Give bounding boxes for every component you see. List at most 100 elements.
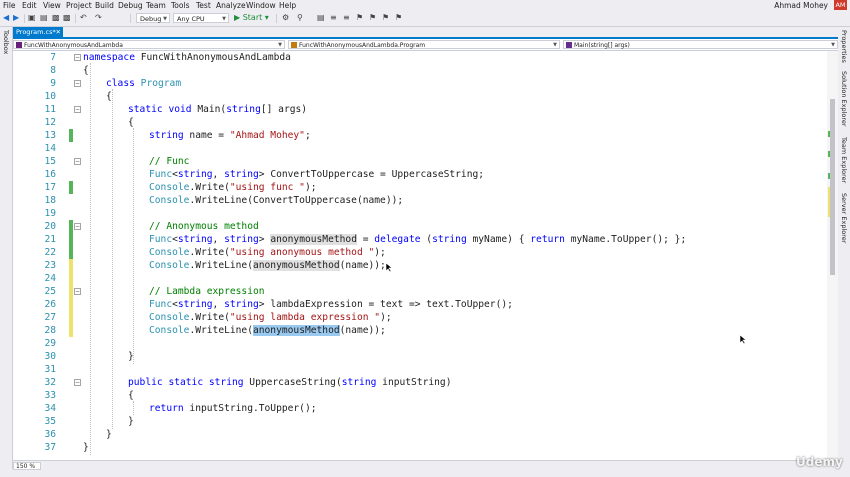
change-marker bbox=[69, 272, 73, 285]
right-sidebar: Properties Solution Explorer Team Explor… bbox=[838, 27, 850, 469]
change-marker bbox=[69, 129, 73, 142]
line-number: 18 bbox=[44, 195, 56, 206]
line-number: 28 bbox=[44, 325, 56, 336]
code-line: 17 Console.Write("using func "); bbox=[13, 181, 827, 194]
code-text: } bbox=[83, 442, 89, 453]
zoom-dropdown[interactable]: 150 % bbox=[13, 462, 41, 470]
code-editor[interactable]: − − − − − − − 7 namespace FuncWithAnonymo… bbox=[13, 51, 827, 460]
reference-highlight: anonymousMethod bbox=[252, 260, 340, 271]
code-line: 24 bbox=[13, 272, 827, 285]
code-line: 15 // Func bbox=[13, 155, 827, 168]
menu-window[interactable]: Window bbox=[246, 1, 276, 10]
code-text: Console.WriteLine(anonymousMethod(name))… bbox=[149, 260, 386, 271]
code-line: 27 Console.Write("using lambda expression… bbox=[13, 311, 827, 324]
code-text: Func<string, string> anonymousMethod = d… bbox=[149, 234, 687, 245]
undo-icon[interactable]: ↶ bbox=[80, 12, 87, 24]
line-number: 8 bbox=[50, 65, 56, 76]
line-number: 22 bbox=[44, 247, 56, 258]
line-number: 9 bbox=[50, 78, 56, 89]
toolbar: ◀ ▶ ▣ ▤ ▩ ▩ ↶ ↷ Debug ▼ Any CPU ▼ ▶ Star… bbox=[0, 11, 850, 27]
toolbox-tab[interactable]: Toolbox bbox=[2, 30, 10, 54]
start-button[interactable]: ▶ Start ▾ bbox=[234, 12, 269, 24]
menu-team[interactable]: Team bbox=[146, 1, 166, 10]
chevron-down-icon: ▼ bbox=[831, 42, 835, 48]
code-line: 29 bbox=[13, 337, 827, 350]
toolbar-separator bbox=[276, 14, 277, 23]
line-number: 37 bbox=[44, 442, 56, 453]
properties-tab[interactable]: Properties bbox=[840, 30, 848, 63]
avatar[interactable]: AM bbox=[834, 0, 847, 10]
configuration-value: Debug bbox=[140, 15, 162, 23]
change-marker bbox=[69, 246, 73, 259]
code-text: public static string UppercaseString(str… bbox=[128, 377, 452, 388]
line-number: 35 bbox=[44, 416, 56, 427]
close-icon[interactable]: ✕ bbox=[56, 27, 61, 37]
change-marker bbox=[69, 233, 73, 246]
server-explorer-tab[interactable]: Server Explorer bbox=[840, 193, 848, 243]
menu-build[interactable]: Build bbox=[95, 1, 114, 10]
chevron-down-icon: ▼ bbox=[278, 42, 282, 48]
code-text: } bbox=[128, 351, 134, 362]
solution-explorer-tab[interactable]: Solution Explorer bbox=[840, 71, 848, 127]
vertical-scrollbar[interactable] bbox=[827, 51, 838, 460]
member-dropdown[interactable]: Main(string[] args) ▼ bbox=[563, 40, 838, 49]
menu-file[interactable]: File bbox=[3, 1, 16, 10]
code-text: namespace FuncWithAnonymousAndLambda bbox=[83, 52, 291, 63]
nav-icon[interactable]: ▤ bbox=[317, 12, 325, 24]
back-icon[interactable]: ◀ bbox=[3, 12, 9, 24]
change-marker bbox=[69, 181, 73, 194]
menu-bar: File Edit View Project Build Debug Team … bbox=[0, 0, 850, 11]
change-marker bbox=[69, 259, 73, 272]
menu-tools[interactable]: Tools bbox=[171, 1, 189, 10]
open-file-icon[interactable]: ▤ bbox=[40, 12, 48, 24]
class-icon bbox=[291, 42, 297, 48]
new-project-icon[interactable]: ▣ bbox=[28, 12, 36, 24]
comment-icon[interactable]: ≡ bbox=[330, 12, 337, 24]
menu-edit[interactable]: Edit bbox=[22, 1, 37, 10]
class-value: FuncWithAnonymousAndLambda.Program bbox=[299, 42, 426, 49]
member-value: Main(string[] args) bbox=[574, 42, 630, 49]
code-line: 8{ bbox=[13, 64, 827, 77]
menu-project[interactable]: Project bbox=[66, 1, 92, 10]
menu-debug[interactable]: Debug bbox=[118, 1, 143, 10]
bookmark-clear-icon[interactable]: ⚑ bbox=[395, 12, 402, 24]
class-dropdown[interactable]: FuncWithAnonymousAndLambda.Program ▼ bbox=[288, 40, 560, 49]
configuration-dropdown[interactable]: Debug ▼ bbox=[136, 13, 170, 23]
save-all-icon[interactable]: ▩ bbox=[63, 12, 71, 24]
menu-view[interactable]: View bbox=[43, 1, 61, 10]
code-line: 31 bbox=[13, 363, 827, 376]
platform-dropdown[interactable]: Any CPU ▼ bbox=[173, 13, 229, 23]
navigation-bar: FuncWithAnonymousAndLambda ▼ FuncWithAno… bbox=[13, 39, 838, 51]
bookmark-prev-icon[interactable]: ⚑ bbox=[369, 12, 376, 24]
bookmark-next-icon[interactable]: ⚑ bbox=[382, 12, 389, 24]
bookmark-icon[interactable]: ⚑ bbox=[356, 12, 363, 24]
line-number: 30 bbox=[44, 351, 56, 362]
line-number: 29 bbox=[44, 338, 56, 349]
save-icon[interactable]: ▩ bbox=[52, 12, 60, 24]
redo-icon[interactable]: ↷ bbox=[95, 12, 102, 24]
line-number: 27 bbox=[44, 312, 56, 323]
scroll-thumb[interactable] bbox=[830, 99, 835, 275]
forward-icon[interactable]: ▶ bbox=[13, 12, 19, 24]
menu-help[interactable]: Help bbox=[279, 1, 296, 10]
bottom-panel-tabs bbox=[0, 470, 850, 477]
code-line: 18 Console.WriteLine(ConvertToUppercase(n… bbox=[13, 194, 827, 207]
menu-analyze[interactable]: Analyze bbox=[216, 1, 246, 10]
code-line: 22 Console.Write("using anonymous method … bbox=[13, 246, 827, 259]
line-number: 31 bbox=[44, 364, 56, 375]
team-explorer-tab[interactable]: Team Explorer bbox=[840, 137, 848, 183]
browser-link-icon[interactable]: ⚙ bbox=[282, 12, 289, 24]
find-icon[interactable]: ⚲ bbox=[297, 12, 303, 24]
code-text: { bbox=[106, 91, 112, 102]
code-text: } bbox=[128, 416, 134, 427]
uncomment-icon[interactable]: ≡ bbox=[343, 12, 350, 24]
user-name[interactable]: Ahmad Mohey bbox=[774, 1, 828, 10]
code-line: 25 // Lambda expression bbox=[13, 285, 827, 298]
line-number: 23 bbox=[44, 260, 56, 271]
tab-program-cs[interactable]: Program.cs* ✕ bbox=[13, 27, 63, 37]
code-line: 28 Console.WriteLine(anonymousMethod(name… bbox=[13, 324, 827, 337]
project-dropdown[interactable]: FuncWithAnonymousAndLambda ▼ bbox=[13, 40, 285, 49]
menu-test[interactable]: Test bbox=[196, 1, 211, 10]
code-line: 11 static void Main(string[] args) bbox=[13, 103, 827, 116]
scroll-change-marker bbox=[828, 151, 830, 157]
